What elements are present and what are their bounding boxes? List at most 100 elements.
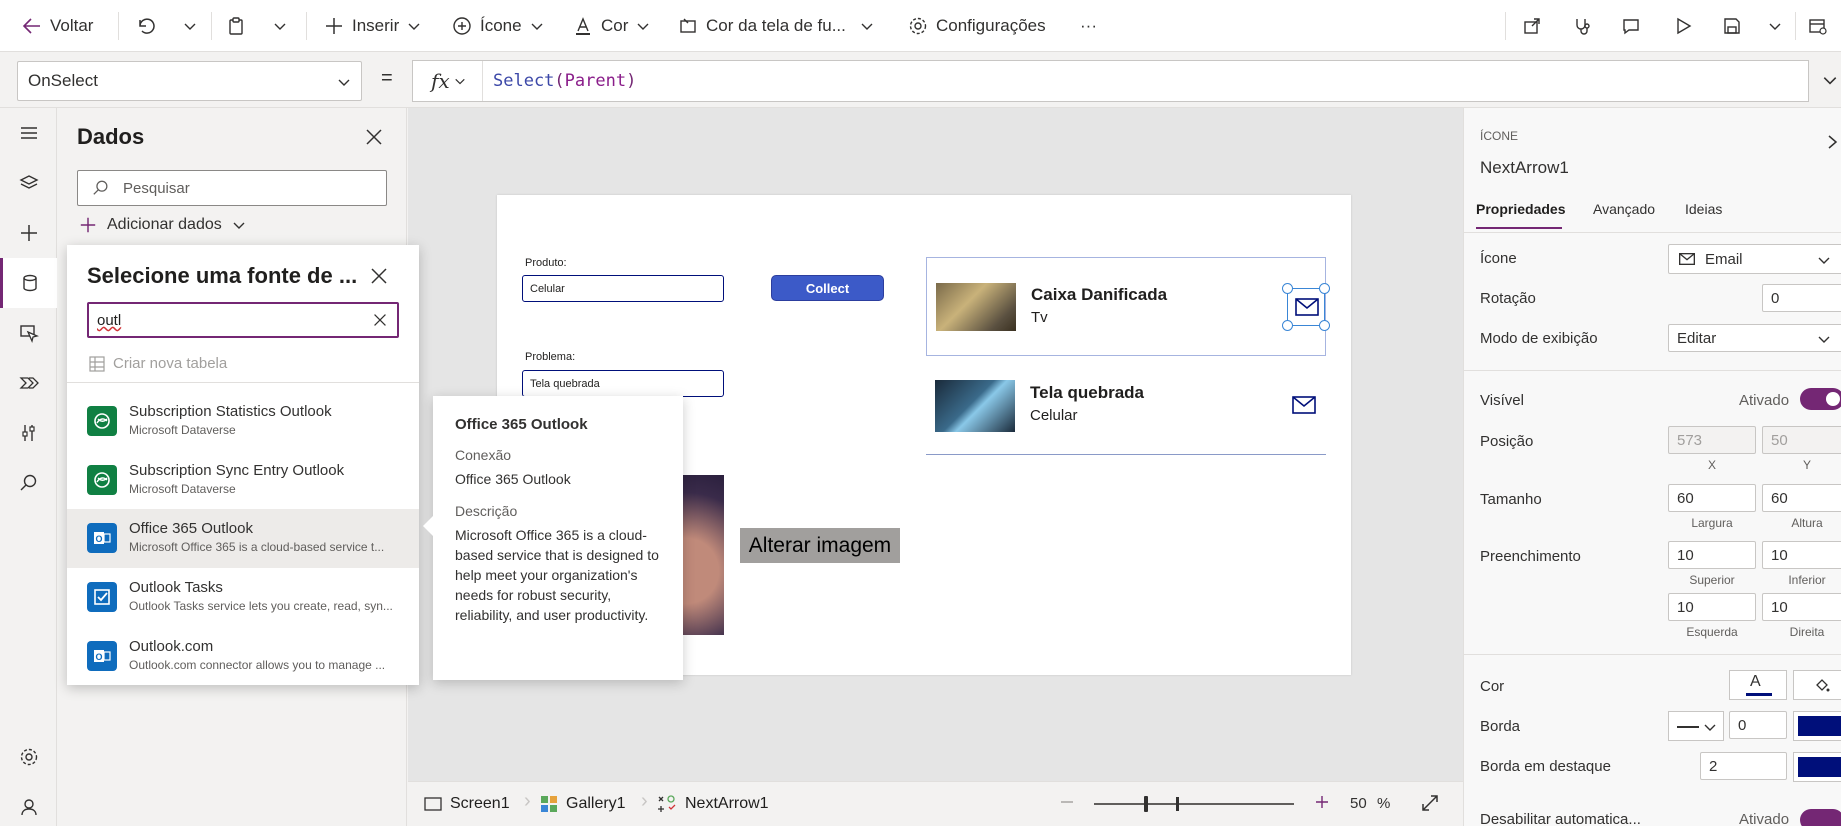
insert-button[interactable]: Inserir [324,0,421,52]
insert-rail-button[interactable] [0,208,57,258]
height-value: 60 [1771,489,1788,507]
focus-border-color-picker[interactable] [1793,752,1841,782]
breadcrumb-gallery[interactable]: Gallery1 [540,782,626,826]
fill-picker[interactable] [1793,670,1841,700]
add-data-button[interactable]: Adicionar dados [79,216,246,234]
stethoscope-icon [1572,16,1592,36]
zoom-slider[interactable] [1094,796,1294,812]
chevron-down-icon [860,19,874,33]
close-data-panel-button[interactable] [365,128,383,146]
share-button[interactable] [1522,0,1542,52]
width-input[interactable]: 60 [1668,484,1756,512]
tab-properties[interactable]: Propriedades [1476,201,1565,229]
mail-icon[interactable] [1292,396,1316,414]
dataverse-icon [87,465,117,495]
chevron-down-icon [273,19,287,33]
collapse-panel-button[interactable] [1825,134,1839,150]
settings-rail-button[interactable] [0,732,57,782]
source-item[interactable]: Subscription Statistics Outlook Microsof… [67,392,419,451]
media-rail-button[interactable] [0,308,57,358]
formula-input[interactable]: fx Select(Parent) [412,60,1809,102]
padding-top-input[interactable]: 10 [1668,541,1756,569]
color-button[interactable]: Cor [573,0,650,52]
position-y-input[interactable]: 50 [1762,426,1841,454]
expand-formula-button[interactable] [1822,72,1838,88]
zoom-out-button[interactable] [1059,794,1075,810]
email-icon-selected[interactable] [1282,283,1330,331]
virtual-agent-rail-button[interactable] [0,782,57,826]
menu-button[interactable] [0,108,57,158]
rotation-input[interactable]: 0 [1762,284,1841,312]
tree-view-button[interactable] [0,158,57,208]
fx-button[interactable]: fx [431,69,466,93]
gallery-item[interactable]: Tela quebrada Celular [926,356,1326,455]
undo-button[interactable] [136,0,156,52]
gallery-item[interactable]: Caixa Danificada Tv [926,257,1330,356]
fit-to-window-button[interactable] [1420,793,1440,813]
data-rail-button[interactable] [0,258,57,308]
border-style-dropdown[interactable] [1668,711,1724,741]
bottom-bar: Screen1 › Gallery1 › NextArrow1 50 % [408,781,1463,826]
create-table-button[interactable]: Criar nova tabela [89,355,227,372]
color-picker[interactable]: A [1729,670,1787,700]
tab-advanced[interactable]: Avançado [1593,201,1655,217]
collect-button[interactable]: Collect [771,275,884,301]
paste-dropdown[interactable] [273,0,287,52]
dataverse-icon [87,406,117,436]
icon-button[interactable]: Ícone [452,0,544,52]
padding-right-input[interactable]: 10 [1762,593,1841,621]
paste-button[interactable] [226,0,246,52]
control-name[interactable]: NextArrow1 [1480,158,1569,178]
back-button[interactable]: Voltar [22,0,93,52]
padding-left-input[interactable]: 10 [1668,593,1756,621]
height-input[interactable]: 60 [1762,484,1841,512]
padding-left-value: 10 [1677,598,1694,616]
app-checker-button[interactable] [1572,0,1592,52]
preview-button[interactable] [1673,0,1693,52]
auto-disable-label: Desabilitar automatica... [1480,811,1641,826]
close-flyout-button[interactable] [370,267,388,285]
background-color-button[interactable]: Cor da tela de fu... [678,0,874,52]
flyout-search-input[interactable]: outl [87,302,399,338]
border-thickness-input[interactable]: 0 [1729,711,1787,739]
more-button[interactable]: ··· [1080,0,1097,52]
save-button[interactable] [1722,0,1742,52]
breadcrumb-control[interactable]: NextArrow1 [657,782,769,826]
focus-border-input[interactable]: 2 [1700,752,1787,780]
product-input[interactable]: Celular [522,275,724,302]
source-item[interactable]: Outlook Tasks Outlook Tasks service lets… [67,568,419,627]
undo-dropdown[interactable] [183,0,197,52]
property-dropdown[interactable]: OnSelect [17,61,362,101]
gallery[interactable]: Caixa Danificada Tv Tela quebrada Celula… [926,257,1330,553]
advanced-tools-rail-button[interactable] [0,408,57,458]
comments-button[interactable] [1621,0,1641,52]
change-image-button[interactable]: Alterar imagem [740,528,900,563]
chevron-down-icon [407,19,421,33]
zoom-in-button[interactable] [1314,794,1330,810]
breadcrumb-screen[interactable]: Screen1 [424,782,510,826]
visible-toggle[interactable] [1800,388,1841,410]
formula-bar: OnSelect = fx Select(Parent) [0,52,1841,108]
auto-disable-toggle[interactable] [1800,809,1841,826]
position-x-value: 573 [1677,431,1703,449]
tab-ideas[interactable]: Ideias [1685,201,1722,217]
source-item[interactable]: Subscription Sync Entry Outlook Microsof… [67,451,419,510]
outlook-com-icon: O [87,641,117,671]
expand-icon [1420,793,1440,813]
position-x-input[interactable]: 573 [1668,426,1756,454]
save-dropdown[interactable] [1768,0,1782,52]
save-icon [1722,16,1742,36]
publish-button[interactable] [1808,0,1828,52]
border-color-picker[interactable] [1793,711,1841,741]
source-item[interactable]: O Outlook.com Outlook.com connector allo… [67,627,419,686]
icon-prop-dropdown[interactable]: Email [1668,244,1841,274]
settings-button[interactable]: Configurações [908,0,1046,52]
problem-input[interactable]: Tela quebrada [522,370,724,397]
source-item-selected[interactable]: O Office 365 Outlook Microsoft Office 36… [67,509,419,568]
data-search-input[interactable]: Pesquisar [77,170,387,206]
padding-bottom-input[interactable]: 10 [1762,541,1841,569]
display-mode-dropdown[interactable]: Editar [1668,324,1841,352]
power-automate-rail-button[interactable] [0,358,57,408]
clear-search-button[interactable] [373,313,387,327]
search-rail-button[interactable] [0,458,57,508]
